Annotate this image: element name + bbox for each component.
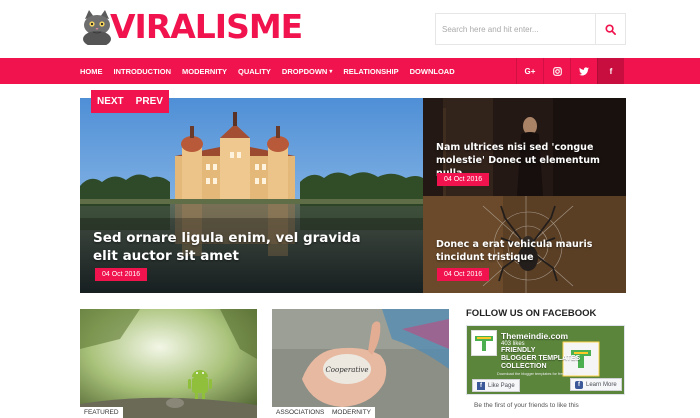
main-navigation: HOME INTRODUCTION MODERNITY QUALITY DROP… bbox=[0, 58, 700, 84]
post-card[interactable]: FEATURED bbox=[80, 309, 257, 418]
facebook-learn-more-button[interactable]: f Learn More bbox=[570, 378, 622, 391]
twitter-icon bbox=[579, 66, 589, 75]
themeindie-logo-icon bbox=[475, 336, 493, 351]
featured-post-side-bottom[interactable]: Donec a erat vehicula mauris tincidunt t… bbox=[423, 196, 626, 293]
facebook-icon: f bbox=[477, 381, 485, 390]
nav-item-introduction[interactable]: INTRODUCTION bbox=[114, 67, 172, 76]
nav-item-quality[interactable]: QUALITY bbox=[238, 67, 271, 76]
site-logo[interactable]: VIRALISME bbox=[80, 7, 303, 47]
facebook-banner-text: FRIENDLY BLOGGER TEMPLATES COLLECTION bbox=[501, 347, 580, 371]
stone-text: Cooperative bbox=[325, 366, 368, 374]
nav-item-label: QUALITY bbox=[238, 66, 271, 76]
like-page-label: Like Page bbox=[488, 382, 515, 389]
facebook-icon: f bbox=[609, 66, 613, 76]
instagram-icon bbox=[552, 66, 562, 76]
nav-item-label: RELATIONSHIP bbox=[343, 66, 399, 76]
nav-item-modernity[interactable]: MODERNITY bbox=[182, 67, 227, 76]
nav-item-label: MODERNITY bbox=[182, 66, 227, 76]
learn-more-label: Learn More bbox=[586, 381, 617, 388]
next-button[interactable]: NEXT bbox=[91, 90, 130, 113]
slider-controls: NEXT PREV bbox=[91, 90, 169, 113]
post-date-badge: 04 Oct 2016 bbox=[437, 173, 490, 186]
nav-item-download[interactable]: DOWNLOAD bbox=[410, 67, 455, 76]
facebook-page-name[interactable]: Themeindie.com bbox=[501, 331, 568, 341]
post-date-badge: 04 Oct 2016 bbox=[95, 268, 148, 281]
category-tag[interactable]: ASSOCIATIONS bbox=[272, 407, 329, 418]
twitter-button[interactable] bbox=[570, 58, 597, 84]
category-tag[interactable]: MODERNITY bbox=[328, 407, 375, 418]
banner-line: FRIENDLY bbox=[501, 347, 536, 354]
featured-post-main[interactable]: Sed ornare ligula enim, vel gravida elit… bbox=[80, 98, 423, 293]
search-bar bbox=[435, 13, 626, 45]
facebook-page-widget: Themeindie.com 403 likes FRIENDLY BLOGGE… bbox=[466, 325, 625, 395]
nav-item-dropdown[interactable]: DROPDOWN ▾ bbox=[282, 67, 332, 76]
nav-item-home[interactable]: HOME bbox=[80, 67, 103, 76]
facebook-widget-title: FOLLOW US ON FACEBOOK bbox=[466, 308, 597, 319]
nav-item-label: HOME bbox=[80, 66, 103, 76]
category-tag[interactable]: FEATURED bbox=[80, 407, 123, 418]
search-input[interactable] bbox=[436, 14, 595, 44]
facebook-button[interactable]: f bbox=[597, 58, 624, 84]
site-title: VIRALISME bbox=[110, 7, 303, 46]
google-plus-icon: G+ bbox=[524, 66, 536, 76]
android-figure-image bbox=[80, 309, 257, 418]
facebook-banner-subtext: Download the blogger templates for free,… bbox=[497, 372, 577, 376]
instagram-button[interactable] bbox=[543, 58, 570, 84]
post-card[interactable]: Cooperative ASSOCIATIONS MODERNITY bbox=[272, 309, 449, 418]
facebook-friends-text: Be the first of your friends to like thi… bbox=[474, 402, 579, 409]
info-icon: f bbox=[575, 380, 583, 389]
search-icon bbox=[605, 23, 616, 35]
prev-button[interactable]: PREV bbox=[130, 90, 169, 113]
facebook-like-page-button[interactable]: f Like Page bbox=[472, 379, 520, 392]
nav-item-label: DOWNLOAD bbox=[409, 66, 455, 76]
nav-item-relationship[interactable]: RELATIONSHIP bbox=[343, 67, 398, 76]
featured-post-side-top[interactable]: Nam ultrices nisi sed 'congue molestie' … bbox=[423, 98, 626, 196]
cat-mascot-icon bbox=[83, 10, 111, 45]
site-header: VIRALISME bbox=[0, 0, 700, 58]
post-date-badge: 04 Oct 2016 bbox=[437, 268, 490, 281]
chevron-down-icon: ▾ bbox=[329, 68, 333, 75]
banner-line: BLOGGER TEMPLATES bbox=[501, 355, 581, 362]
featured-post-title[interactable]: Donec a erat vehicula mauris tincidunt t… bbox=[436, 238, 622, 264]
nav-item-label: DROPDOWN bbox=[281, 66, 328, 76]
search-button[interactable] bbox=[595, 14, 625, 44]
nav-item-label: INTRODUCTION bbox=[113, 66, 172, 76]
featured-post-title[interactable]: Sed ornare ligula enim, vel gravida elit… bbox=[93, 229, 383, 265]
banner-line: COLLECTION bbox=[501, 363, 547, 370]
facebook-page-logo[interactable] bbox=[471, 330, 497, 356]
google-plus-button[interactable]: G+ bbox=[516, 58, 543, 84]
social-links: G+ f bbox=[516, 58, 624, 84]
hand-stone-image: Cooperative bbox=[272, 309, 449, 418]
